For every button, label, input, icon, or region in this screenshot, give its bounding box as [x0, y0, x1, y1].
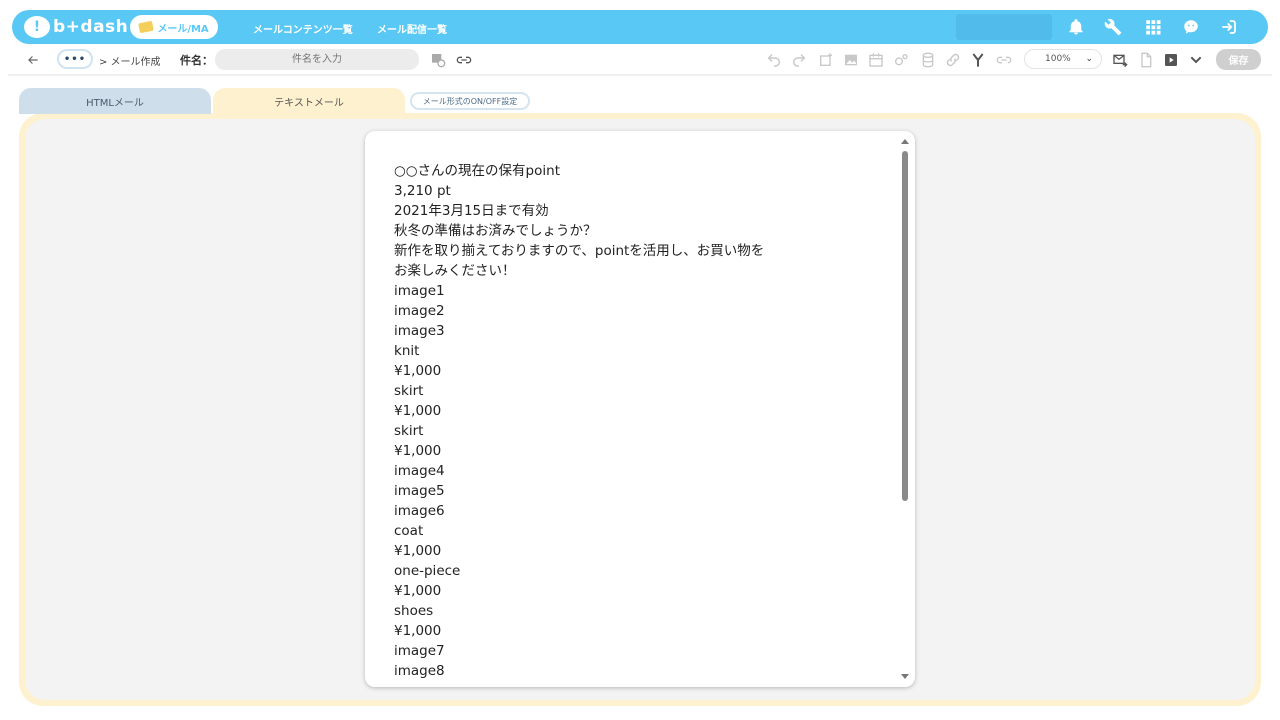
product-pill-label: メール/MA — [157, 23, 209, 35]
editor-toolbar: ••• > メール作成 件名： 100% ⌄ — [0, 44, 1280, 76]
text-line: coat — [394, 523, 424, 539]
link-lock-icon[interactable] — [995, 51, 1013, 69]
text-line: image6 — [394, 503, 445, 519]
undo-icon[interactable] — [765, 51, 783, 69]
text-mail-body[interactable]: ○○さんの現在の保有point 3,210 pt 2021年3月15日まで有効秋冬の… — [394, 161, 894, 681]
text-line: shoes — [394, 603, 434, 619]
tab-html-mail[interactable]: HTMLメール — [19, 88, 211, 114]
scrollbar[interactable] — [901, 137, 909, 681]
mail-format-toggle-button[interactable]: メール形式のON/OFF設定 — [410, 92, 530, 110]
text-line: 新作を取り揃えておりますので、pointを活用し、お買い物を — [394, 243, 765, 259]
expand-icon[interactable] — [1187, 51, 1205, 69]
subject-input[interactable] — [215, 49, 419, 70]
logout-icon[interactable] — [1220, 18, 1238, 36]
nav-link-mail-deliveries[interactable]: メール配信一覧 — [377, 21, 447, 36]
nav-link-mail-contents[interactable]: メールコンテンツ一覧 — [253, 21, 353, 36]
save-button[interactable]: 保存 — [1216, 49, 1261, 70]
breadcrumb: > メール作成 — [99, 57, 161, 68]
text-line: one-piece — [394, 563, 461, 579]
text-line: お楽しみください！ — [394, 263, 516, 279]
text-mail-editor[interactable]: ○○さんの現在の保有point 3,210 pt 2021年3月15日まで有効秋冬の… — [365, 131, 915, 687]
more-menu-button[interactable]: ••• — [57, 49, 93, 69]
app-logo[interactable]: ! b+dash — [24, 16, 128, 38]
text-line: ¥1,000 — [394, 443, 442, 459]
text-line: image8 — [394, 663, 445, 679]
product-switch-pill[interactable]: メール/MA — [130, 15, 218, 39]
add-block-icon[interactable] — [817, 51, 835, 69]
top-navigation-bar: ! b+dash メール/MA メールコンテンツ一覧 メール配信一覧 — [12, 10, 1268, 44]
text-line: ¥1,000 — [394, 583, 442, 599]
text-line: ○○さんの現在の保有point — [394, 163, 560, 179]
gears-icon[interactable] — [892, 51, 910, 69]
scroll-down-arrow[interactable] — [901, 674, 909, 679]
scrollbar-thumb[interactable] — [902, 151, 908, 501]
account-info-block[interactable] — [956, 14, 1052, 40]
zoom-value: 100% — [1045, 54, 1071, 64]
scroll-up-arrow[interactable] — [901, 139, 909, 144]
wrench-icon[interactable] — [1104, 18, 1122, 36]
redo-icon[interactable] — [790, 51, 808, 69]
text-line: image2 — [394, 303, 445, 319]
text-line: image5 — [394, 483, 445, 499]
text-line: skirt — [394, 383, 424, 399]
grid-icon[interactable] — [1144, 18, 1162, 36]
calendar-icon[interactable] — [867, 51, 885, 69]
chevron-down-icon: ⌄ — [1085, 54, 1093, 64]
text-line: 2021年3月15日まで有効 — [394, 203, 549, 219]
database-icon[interactable] — [919, 51, 937, 69]
text-line: image3 — [394, 323, 445, 339]
envelope-icon — [138, 20, 155, 34]
face-icon[interactable] — [1182, 18, 1200, 36]
image-icon[interactable] — [842, 51, 860, 69]
text-line: ¥1,000 — [394, 623, 442, 639]
play-icon[interactable] — [1162, 51, 1180, 69]
logo-bubble-icon: ! — [24, 16, 50, 38]
text-line: ¥1,000 — [394, 543, 442, 559]
text-line: 3,210 pt — [394, 183, 451, 199]
toolbar-divider — [8, 74, 1272, 76]
text-line: ¥1,000 — [394, 403, 442, 419]
text-line: image7 — [394, 643, 445, 659]
mail-send-icon[interactable] — [1111, 51, 1129, 69]
text-line: 秋冬の準備はお済みでしょうか？ — [394, 223, 597, 239]
text-line: ¥1,000 — [394, 363, 442, 379]
schedule-icon[interactable] — [429, 51, 447, 69]
text-line: skirt — [394, 423, 424, 439]
text-line: image1 — [394, 283, 445, 299]
link-icon[interactable] — [455, 51, 473, 69]
logo-text: b+dash — [53, 17, 129, 37]
text-line: image4 — [394, 463, 445, 479]
tab-text-mail[interactable]: テキストメール — [213, 88, 405, 118]
branch-icon[interactable] — [969, 51, 987, 69]
text-line: knit — [394, 343, 420, 359]
zoom-select[interactable]: 100% ⌄ — [1024, 49, 1102, 69]
bell-icon[interactable] — [1067, 18, 1085, 36]
document-icon[interactable] — [1137, 51, 1155, 69]
back-arrow-icon[interactable] — [26, 52, 40, 66]
subject-label: 件名： — [180, 54, 213, 67]
chain-icon[interactable] — [944, 51, 962, 69]
